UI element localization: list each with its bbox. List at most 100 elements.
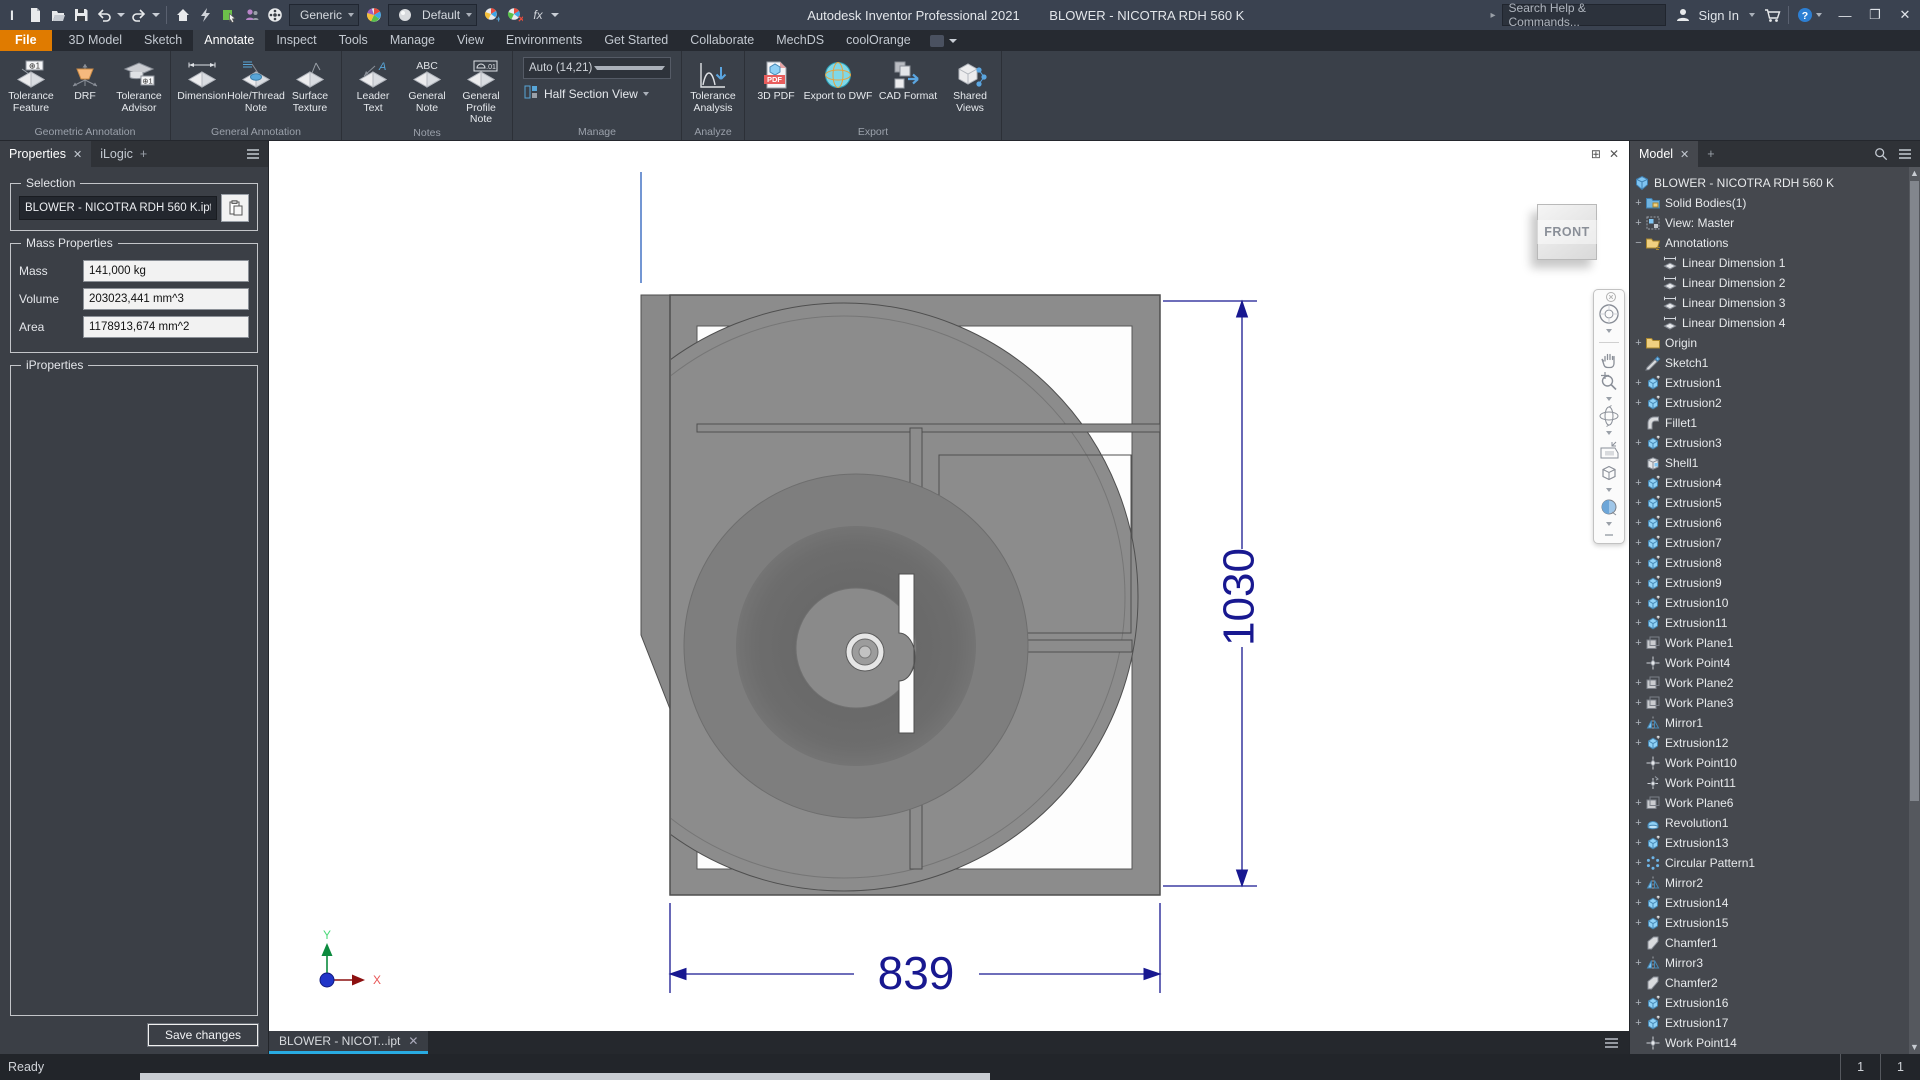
tree-item-mirror3[interactable]: +Mirror3 <box>1630 953 1920 973</box>
ribbon-tab-file[interactable]: File <box>0 30 52 51</box>
tolerance-advisor-button[interactable]: ⊕1ToleranceAdvisor <box>112 53 166 114</box>
sign-in-button[interactable]: Sign In <box>1699 8 1739 23</box>
pan-hand-icon[interactable] <box>1597 348 1621 370</box>
tree-item-extrusion6[interactable]: +Extrusion6 <box>1630 513 1920 533</box>
material-combo[interactable]: Generic <box>289 4 359 26</box>
color-wheel-x-icon[interactable]: ✕ <box>503 3 526 27</box>
expander[interactable]: + <box>1632 957 1645 969</box>
tree-item-mirror2[interactable]: +Mirror2 <box>1630 873 1920 893</box>
tree-item-extrusion10[interactable]: +Extrusion10 <box>1630 593 1920 613</box>
ribbon-tab-coolorange[interactable]: coolOrange <box>835 30 922 51</box>
viewport[interactable]: 1030 839 Y X <box>269 141 1629 1054</box>
scroll-down-icon[interactable]: ▼ <box>1909 1041 1920 1054</box>
surface-texture-button[interactable]: SurfaceTexture <box>283 53 337 114</box>
copy-selection-button[interactable] <box>221 194 249 222</box>
expander[interactable]: + <box>1632 337 1645 349</box>
expander[interactable]: + <box>1632 497 1645 509</box>
tree-item-work-plane1[interactable]: +Work Plane1 <box>1630 633 1920 653</box>
close-button[interactable]: ✕ <box>1890 0 1920 30</box>
navigation-wheel-icon[interactable] <box>1597 303 1621 325</box>
tree-item-work-plane6[interactable]: +Work Plane6 <box>1630 793 1920 813</box>
view-face-icon[interactable] <box>1597 462 1621 484</box>
tree-item-extrusion1[interactable]: +Extrusion1 <box>1630 373 1920 393</box>
expander[interactable]: + <box>1632 817 1645 829</box>
chevron-down-icon[interactable] <box>1597 394 1621 404</box>
tree-item-work-point11[interactable]: Work Point11 <box>1630 773 1920 793</box>
tree-item-annotations[interactable]: −Annotations <box>1630 233 1920 253</box>
tree-item-sketch1[interactable]: Sketch1 <box>1630 353 1920 373</box>
tree-item-extrusion5[interactable]: +Extrusion5 <box>1630 493 1920 513</box>
search-input[interactable]: Search Help & Commands... <box>1502 4 1666 26</box>
tree-item-origin[interactable]: +Origin <box>1630 333 1920 353</box>
tab-ilogic[interactable]: iLogic + <box>91 141 156 167</box>
tree-item-chamfer2[interactable]: Chamfer2 <box>1630 973 1920 993</box>
tree-item-linear-dimension-4[interactable]: Linear Dimension 4 <box>1630 313 1920 333</box>
hole-thread-note-button[interactable]: Hole/ThreadNote <box>229 53 283 114</box>
tolerance-feature-button[interactable]: ⊕1ToleranceFeature <box>4 53 58 114</box>
tree-item-extrusion13[interactable]: +Extrusion13 <box>1630 833 1920 853</box>
tree-item-revolution1[interactable]: +Revolution1 <box>1630 813 1920 833</box>
close-icon[interactable]: ✕ <box>408 1034 418 1048</box>
tree-item-extrusion3[interactable]: +Extrusion3 <box>1630 433 1920 453</box>
tab-list-icon[interactable] <box>1594 1031 1629 1054</box>
expander[interactable]: + <box>1632 897 1645 909</box>
undo-icon[interactable] <box>92 3 115 27</box>
tree-item-extrusion17[interactable]: +Extrusion17 <box>1630 1013 1920 1033</box>
tree-item-work-point14[interactable]: Work Point14 <box>1630 1033 1920 1053</box>
expander[interactable]: + <box>1632 617 1645 629</box>
3d-pdf-button[interactable]: PDF3D PDF <box>749 53 803 103</box>
select-window-icon[interactable] <box>217 3 240 27</box>
mass-field[interactable] <box>83 260 249 282</box>
ribbon-tab-mechds[interactable]: MechDS <box>765 30 835 51</box>
tree-item-extrusion7[interactable]: +Extrusion7 <box>1630 533 1920 553</box>
add-tab-icon[interactable]: + <box>140 147 147 161</box>
fx-icon[interactable]: fx <box>526 3 549 27</box>
ribbon-tab-sketch[interactable]: Sketch <box>133 30 193 51</box>
tree-scrollbar[interactable]: ▲ ▼ <box>1909 167 1920 1054</box>
viewcube[interactable]: FRONT <box>1537 204 1597 260</box>
tree-item-extrusion8[interactable]: +Extrusion8 <box>1630 553 1920 573</box>
expander[interactable]: + <box>1632 377 1645 389</box>
tree-item-solid-bodies-1[interactable]: +Solid Bodies(1) <box>1630 193 1920 213</box>
restore-button[interactable]: ❐ <box>1860 0 1890 30</box>
expander[interactable]: + <box>1632 917 1645 929</box>
tree-item-shell1[interactable]: Shell1 <box>1630 453 1920 473</box>
cart-icon[interactable] <box>1761 3 1784 27</box>
split-view-icon[interactable]: ⊞ <box>1591 147 1601 161</box>
tree-item-blower-nicotra-rdh-560-k[interactable]: BLOWER - NICOTRA RDH 560 K <box>1630 173 1920 193</box>
appearance-combo[interactable]: Default <box>388 4 477 26</box>
ribbon-tab-view[interactable]: View <box>446 30 495 51</box>
tree-item-work-point10[interactable]: Work Point10 <box>1630 753 1920 773</box>
close-document-icon[interactable]: ✕ <box>1609 147 1619 161</box>
ribbon-tab-get-started[interactable]: Get Started <box>593 30 679 51</box>
expander[interactable]: + <box>1632 697 1645 709</box>
expander[interactable]: + <box>1632 637 1645 649</box>
panel-menu-icon[interactable] <box>238 141 268 167</box>
expander[interactable]: + <box>1632 537 1645 549</box>
chevron-down-icon[interactable] <box>152 13 160 17</box>
ribbon-tab-manage[interactable]: Manage <box>379 30 446 51</box>
tree-item-circular-pattern1[interactable]: +Circular Pattern1 <box>1630 853 1920 873</box>
tree-item-mirror1[interactable]: +Mirror1 <box>1630 713 1920 733</box>
people-icon[interactable] <box>240 3 263 27</box>
close-icon[interactable]: ✕ <box>73 148 82 161</box>
collapse-arrow-icon[interactable]: ▸ <box>1490 10 1495 21</box>
tree-item-extrusion9[interactable]: +Extrusion9 <box>1630 573 1920 593</box>
expander[interactable]: + <box>1632 997 1645 1009</box>
chevron-down-icon[interactable] <box>1816 13 1822 17</box>
open-file-icon[interactable] <box>46 3 69 27</box>
drf-button[interactable]: DRF <box>58 53 112 103</box>
tree-item-linear-dimension-2[interactable]: Linear Dimension 2 <box>1630 273 1920 293</box>
shared-views-button[interactable]: SharedViews <box>943 53 997 114</box>
tree-item-extrusion16[interactable]: +Extrusion16 <box>1630 993 1920 1013</box>
chevron-down-icon[interactable] <box>551 13 559 17</box>
sketch-flash-icon[interactable] <box>194 3 217 27</box>
tree-item-work-plane2[interactable]: +Work Plane2 <box>1630 673 1920 693</box>
tree-item-extrusion11[interactable]: +Extrusion11 <box>1630 613 1920 633</box>
tree-item-extrusion15[interactable]: +Extrusion15 <box>1630 913 1920 933</box>
selection-field[interactable] <box>19 196 217 220</box>
expander[interactable]: + <box>1632 877 1645 889</box>
ribbon-tab-inspect[interactable]: Inspect <box>265 30 327 51</box>
expander[interactable]: + <box>1632 577 1645 589</box>
orbit-icon[interactable] <box>1597 405 1621 427</box>
